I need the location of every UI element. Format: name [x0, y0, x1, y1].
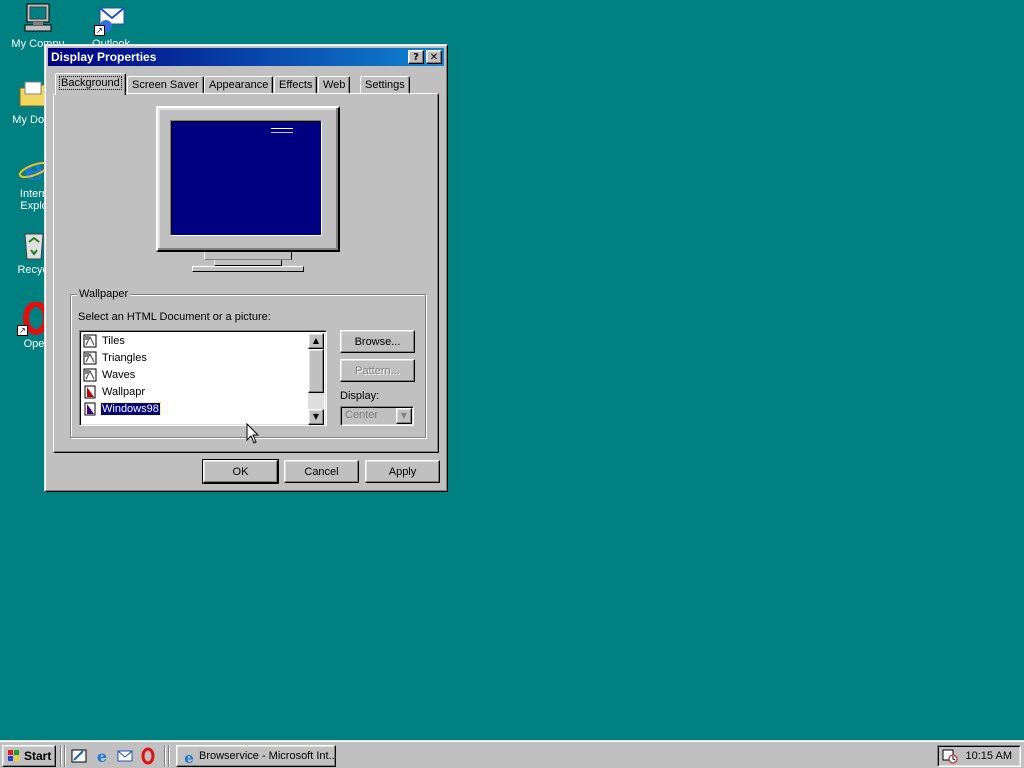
svg-text:e: e [97, 747, 107, 765]
wallpaper-listbox[interactable]: Tiles Triangles Waves Wallpapr Windows98… [79, 330, 327, 426]
taskbar-button-label: Browservice - Microsoft Int... [199, 750, 336, 762]
close-button[interactable]: ✕ [426, 50, 442, 64]
list-item-label: Triangles [102, 352, 147, 364]
taskbar-separator [168, 745, 170, 767]
start-label: Start [24, 749, 52, 763]
list-item[interactable]: Wallpapr [83, 384, 146, 400]
scheduler-icon[interactable] [942, 748, 958, 764]
taskbar-separator [164, 745, 166, 767]
html-document-icon [83, 402, 97, 416]
tab-label: Settings [365, 79, 405, 91]
list-item[interactable]: Triangles [83, 350, 148, 366]
list-item-label: Waves [102, 369, 136, 381]
internet-explorer-icon[interactable]: e [93, 747, 111, 765]
select-wallpaper-label: Select an HTML Document or a picture: [78, 311, 271, 323]
list-item[interactable]: Windows98 [83, 401, 161, 417]
title-bar[interactable]: Display Properties ? ✕ [48, 48, 444, 66]
list-item-label: Wallpapr [102, 386, 145, 398]
chevron-down-icon[interactable]: ▼ [396, 408, 412, 424]
desktop-icon-my-computer[interactable]: My Compu [0, 2, 76, 50]
taskbar-separator [60, 745, 62, 767]
outlook-icon: ↗ [94, 2, 128, 36]
browse-button[interactable]: Browse... [340, 330, 415, 353]
taskbar-separator [64, 745, 66, 767]
wallpaper-groupbox: Wallpaper Select an HTML Document or a p… [70, 288, 426, 438]
paint-bitmap-icon [83, 351, 97, 365]
scroll-up-button[interactable]: ▲ [308, 333, 324, 349]
internet-explorer-icon: e [184, 749, 194, 765]
tab-label: Web [323, 79, 346, 91]
tab-label: Effects [279, 79, 313, 91]
help-button[interactable]: ? [408, 50, 424, 64]
taskbar: Start e e Browservice - Microsoft Int...… [0, 740, 1024, 768]
desktop-icon-outlook[interactable]: ↗ Outlook [73, 2, 149, 50]
wallpaper-legend: Wallpaper [77, 288, 131, 300]
taskbar-button-browservice[interactable]: e Browservice - Microsoft Int... [176, 745, 336, 767]
tab-label: Background [59, 76, 122, 90]
opera-icon[interactable] [139, 747, 157, 765]
shortcut-arrow-icon: ↗ [94, 25, 105, 36]
list-item-label: Windows98 [100, 402, 161, 416]
system-tray: 10:15 AM [937, 745, 1021, 767]
mouse-pointer-icon [246, 423, 260, 444]
tab-label: Appearance [209, 79, 269, 91]
wallpaper-logo-mark [271, 128, 293, 133]
tab-label: Screen Saver [132, 79, 199, 91]
dialog-title: Display Properties [51, 50, 157, 64]
clock[interactable]: 10:15 AM [966, 749, 1012, 763]
tab-background[interactable]: Background [55, 73, 126, 95]
windows-logo-icon [8, 750, 19, 761]
computer-icon [21, 2, 55, 36]
ok-button[interactable]: OK [202, 459, 279, 484]
background-tab-panel: Wallpaper Select an HTML Document or a p… [53, 93, 439, 453]
scroll-thumb[interactable] [308, 349, 324, 393]
list-scrollbar[interactable]: ▲ ▼ [308, 333, 324, 425]
paint-bitmap-icon [83, 334, 97, 348]
paint-bitmap-icon [83, 368, 97, 382]
display-mode-value: Center [345, 409, 379, 421]
list-item-label: Tiles [102, 335, 125, 347]
pattern-button[interactable]: Pattern... [340, 359, 415, 382]
monitor-preview [156, 106, 340, 252]
list-item[interactable]: Waves [83, 367, 136, 383]
monitor-screen [170, 120, 322, 236]
display-mode-select[interactable]: Center ▼ [340, 406, 414, 426]
cancel-button[interactable]: Cancel [284, 460, 359, 483]
shortcut-arrow-icon: ↗ [17, 325, 28, 336]
svg-text:e: e [184, 749, 194, 765]
html-document-icon [83, 385, 97, 399]
show-desktop-icon[interactable] [70, 747, 88, 765]
monitor-stand [204, 252, 292, 260]
apply-button[interactable]: Apply [365, 460, 440, 483]
list-item[interactable]: Tiles [83, 333, 126, 349]
outlook-express-icon[interactable] [116, 747, 134, 765]
scroll-down-button[interactable]: ▼ [308, 409, 324, 425]
start-button[interactable]: Start [2, 745, 56, 767]
monitor-base [192, 266, 304, 272]
svg-text:e: e [24, 153, 43, 186]
display-mode-label: Display: [340, 390, 380, 402]
